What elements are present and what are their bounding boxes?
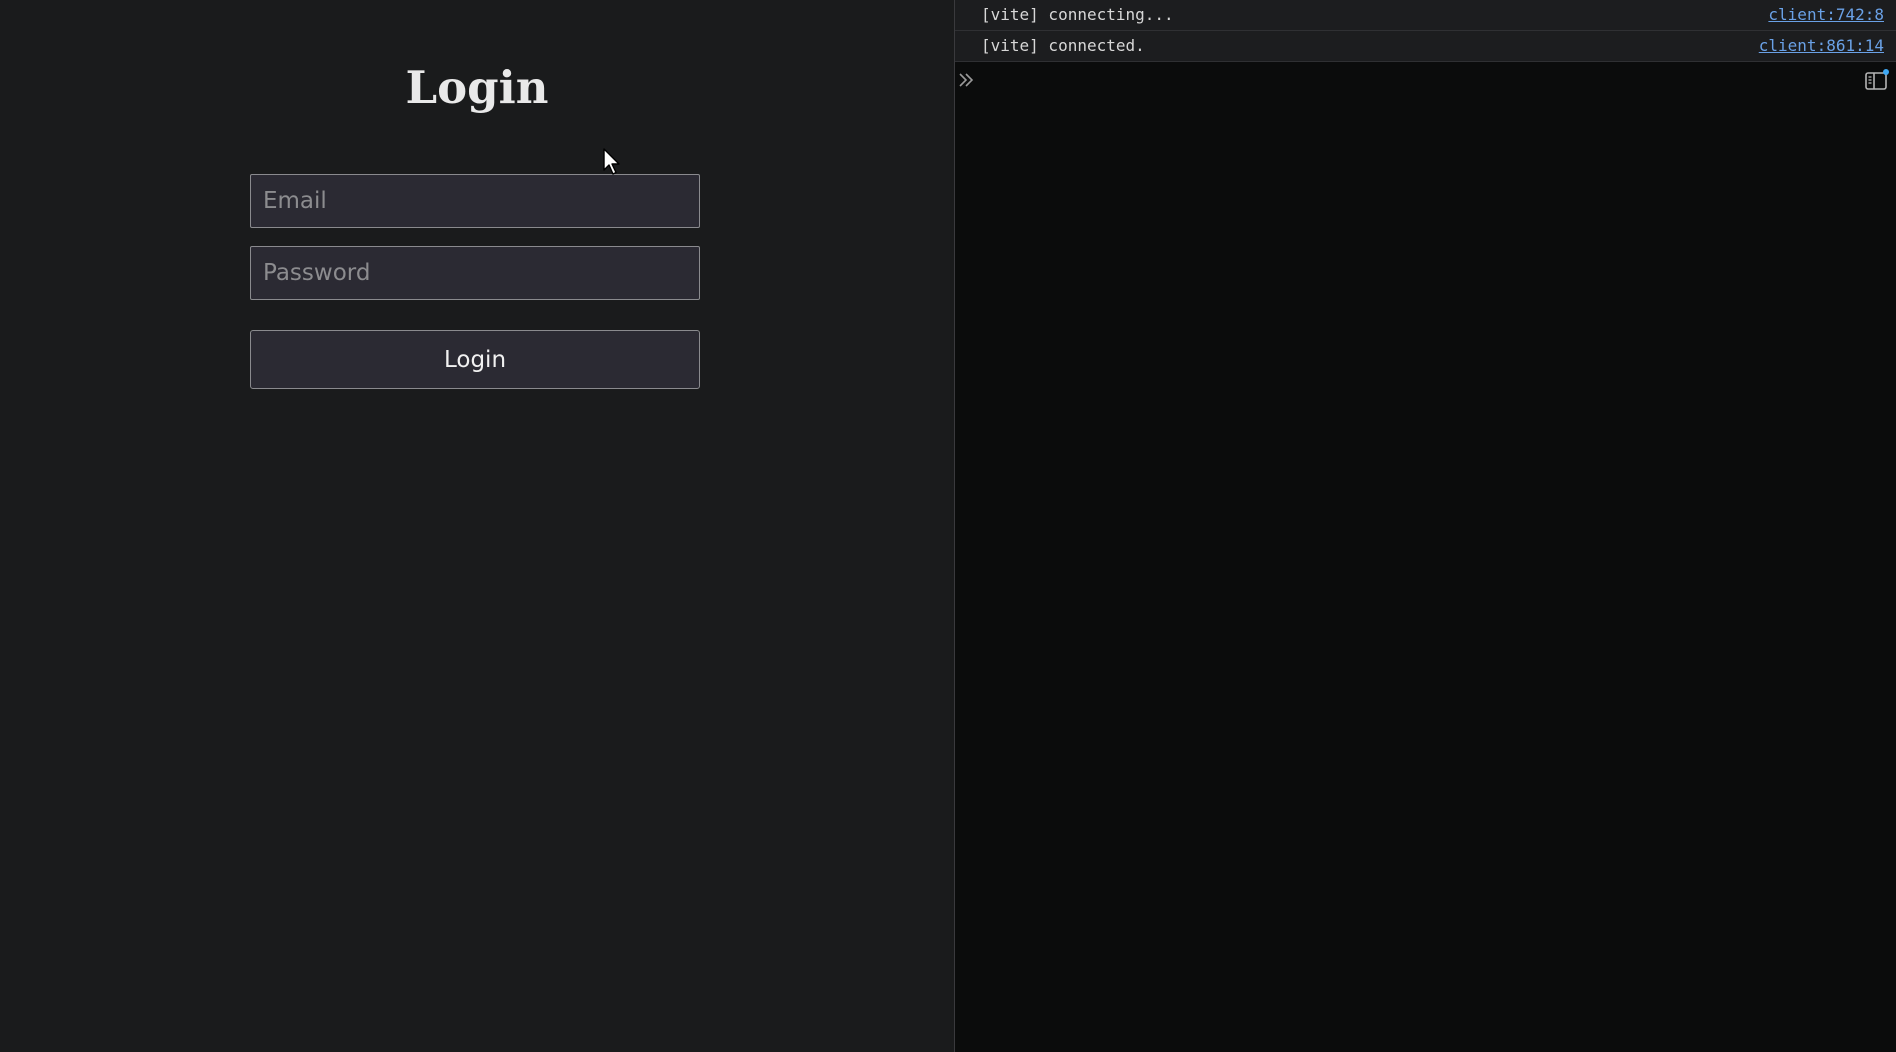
console-log-message: [vite] connected. xyxy=(981,36,1145,55)
password-field[interactable] xyxy=(250,246,700,300)
page-title: Login xyxy=(405,61,549,114)
console-log-row: [vite] connected. client:861:14 xyxy=(955,31,1896,62)
login-button[interactable]: Login xyxy=(250,330,700,389)
console-log-message: [vite] connecting... xyxy=(981,5,1174,24)
devtools-console: [vite] connecting... client:742:8 [vite]… xyxy=(954,0,1896,1052)
double-chevron-right-icon[interactable] xyxy=(957,70,977,90)
console-log-source-link[interactable]: client:742:8 xyxy=(1768,0,1884,30)
email-field[interactable] xyxy=(250,174,700,228)
console-log-source-link[interactable]: client:861:14 xyxy=(1759,31,1884,61)
console-sidebar-icon[interactable] xyxy=(1864,68,1890,92)
console-log-row: [vite] connecting... client:742:8 xyxy=(955,0,1896,31)
mouse-cursor-icon xyxy=(603,148,620,175)
page-viewport: Login Login xyxy=(0,0,954,1052)
